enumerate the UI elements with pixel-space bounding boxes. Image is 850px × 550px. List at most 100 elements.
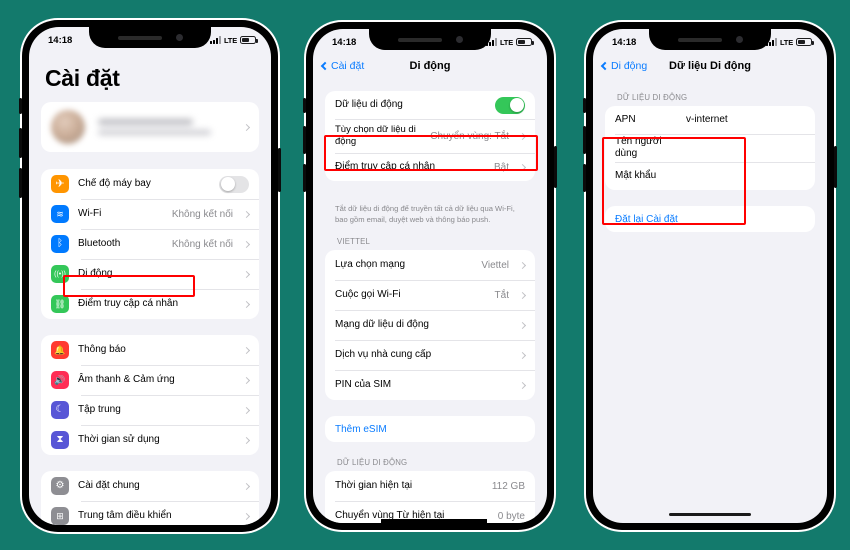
status-bar: 14:18 LTE xyxy=(29,27,271,51)
chevron-right-icon xyxy=(242,512,251,520)
chevron-left-icon xyxy=(320,61,330,71)
row-value: Viettel xyxy=(481,259,509,271)
bluetooth-icon: ᛒ xyxy=(51,235,69,253)
gear-icon: ⚙ xyxy=(51,477,69,495)
row-label: Điểm truy cập cá nhân xyxy=(335,160,436,172)
hotspot-icon: ⛓ xyxy=(51,295,69,313)
chevron-right-icon xyxy=(518,381,527,389)
carrier-group: Lựa chọn mạng Viettel Cuộc gọi Wi-Fi Tắt… xyxy=(325,250,535,400)
row-label: Chế độ máy bay xyxy=(78,177,151,189)
row-label: Mạng dữ liệu di động xyxy=(335,318,429,330)
sidebar-item-personal-hotspot[interactable]: ⛓ Điểm truy cập cá nhân xyxy=(41,289,259,319)
mute-switch[interactable] xyxy=(19,98,22,114)
row-label: Cuộc gọi Wi-Fi xyxy=(335,288,401,300)
account-name-redacted xyxy=(94,119,233,135)
row-cellular-data-options[interactable]: Tùy chọn dữ liệu di động Chuyển vùng: Tắ… xyxy=(325,119,535,153)
row-cellular-data[interactable]: Dữ liệu di động xyxy=(325,91,535,119)
status-time: 14:18 xyxy=(612,36,637,48)
battery-icon xyxy=(240,36,258,44)
row-sim-pin[interactable]: PIN của SIM xyxy=(325,370,535,400)
notifications-icon: 🔔 xyxy=(51,341,69,359)
cellular-data-group: Dữ liệu di động Tùy chọn dữ liệu di động… xyxy=(325,91,535,181)
sidebar-item-sounds-haptics[interactable]: 🔊 Âm thanh & Cảm ứng xyxy=(41,365,259,395)
status-bar: 14:18 LTE xyxy=(313,29,547,53)
phone-3-apn: 14:18 LTE Di động Dữ liệu Di động DỮ LIỆ… xyxy=(583,22,837,530)
profile-group xyxy=(41,102,259,152)
section-header-cellular-data-usage: DỮ LIỆU DI ĐỘNG xyxy=(337,458,408,467)
row-personal-hotspot[interactable]: Điểm truy cập cá nhân Bật xyxy=(325,153,535,181)
home-indicator[interactable] xyxy=(669,512,751,516)
sounds-haptics-icon: 🔊 xyxy=(51,371,69,389)
sidebar-item-general[interactable]: ⚙ Cài đặt chung xyxy=(41,471,259,501)
control-center-icon: ⊞ xyxy=(51,507,69,525)
row-value: 112 GB xyxy=(491,480,525,492)
sidebar-item-bluetooth[interactable]: ᛒ Bluetooth Không kết nối xyxy=(41,229,259,259)
volume-up-button[interactable] xyxy=(19,128,22,158)
volume-up-button[interactable] xyxy=(583,126,586,154)
chevron-right-icon xyxy=(242,482,251,490)
row-label: Wi-Fi xyxy=(78,207,102,219)
chevron-right-icon xyxy=(518,351,527,359)
row-carrier-services[interactable]: Dịch vụ nhà cung cấp xyxy=(325,340,535,370)
row-value: Bật xyxy=(493,161,509,173)
back-button[interactable]: Di động xyxy=(600,60,647,72)
volume-down-button[interactable] xyxy=(303,164,306,192)
power-button[interactable] xyxy=(278,148,281,192)
row-cellular-data-network[interactable]: Mạng dữ liệu di động xyxy=(325,310,535,340)
sidebar-item-wifi[interactable]: ≋ Wi-Fi Không kết nối xyxy=(41,199,259,229)
status-time: 14:18 xyxy=(48,34,73,46)
row-label: Tùy chọn dữ liệu di động xyxy=(335,124,416,147)
sidebar-item-cellular[interactable]: ((•)) Di động xyxy=(41,259,259,289)
sidebar-item-screen-time[interactable]: ⧗ Thời gian sử dụng xyxy=(41,425,259,455)
row-label: Âm thanh & Cảm ứng xyxy=(78,373,175,385)
chevron-right-icon xyxy=(518,321,527,329)
power-button[interactable] xyxy=(554,146,557,188)
chevron-right-icon xyxy=(518,291,527,299)
field-row-apn[interactable]: APN v-internet xyxy=(605,106,815,134)
row-value: 0 byte xyxy=(497,510,525,522)
field-row-username[interactable]: Tên người dùng xyxy=(605,134,815,162)
nav-bar: Di động Dữ liệu Di động xyxy=(593,53,827,79)
reset-settings-label: Đặt lại Cài đặt xyxy=(615,213,678,225)
sidebar-item-notifications[interactable]: 🔔 Thông báo xyxy=(41,335,259,365)
chevron-right-icon xyxy=(242,346,251,354)
volume-down-button[interactable] xyxy=(583,164,586,192)
nav-bar: Cài đặt Di động xyxy=(313,53,547,79)
sidebar-item-focus[interactable]: ☾ Tập trung xyxy=(41,395,259,425)
add-esim-button[interactable]: Thêm eSIM xyxy=(325,416,535,442)
phone-2-screen: 14:18 LTE Cài đặt Di động Dữ liệu di độn… xyxy=(313,29,547,523)
chevron-right-icon xyxy=(242,300,251,308)
page-title: Cài đặt xyxy=(45,65,120,91)
row-wifi-calling[interactable]: Cuộc gọi Wi-Fi Tắt xyxy=(325,280,535,310)
mute-switch[interactable] xyxy=(303,98,306,113)
volume-up-button[interactable] xyxy=(303,126,306,154)
nav-title: Dữ liệu Di động xyxy=(669,60,751,72)
chevron-right-icon xyxy=(242,376,251,384)
apple-id-row[interactable] xyxy=(41,102,259,152)
row-label: Dịch vụ nhà cung cấp xyxy=(335,348,432,360)
field-row-password[interactable]: Mật khẩu xyxy=(605,162,815,190)
sidebar-item-control-center[interactable]: ⊞ Trung tâm điều khiển xyxy=(41,501,259,525)
row-current-period: Thời gian hiện tại 112 GB xyxy=(325,471,535,501)
cellular-data-toggle[interactable] xyxy=(495,96,525,114)
row-label: Tập trung xyxy=(78,403,121,415)
back-button[interactable]: Cài đặt xyxy=(320,60,364,72)
volume-down-button[interactable] xyxy=(19,168,22,198)
status-indicators: LTE xyxy=(485,38,534,47)
battery-icon xyxy=(516,38,534,46)
row-network-selection[interactable]: Lựa chọn mạng Viettel xyxy=(325,250,535,280)
connectivity-group: ✈ Chế độ máy bay ≋ Wi-Fi Không kết nối ᛒ… xyxy=(41,169,259,319)
phone-1-settings: 14:18 LTE Cài đặt ✈ Chế độ máy bay ≋ Wi-… xyxy=(19,20,281,532)
row-label: Dữ liệu di động xyxy=(335,98,403,110)
apn-input[interactable]: v-internet xyxy=(686,114,805,127)
row-label: Điểm truy cập cá nhân xyxy=(78,297,179,309)
airplane-mode-toggle[interactable] xyxy=(219,175,249,193)
chevron-right-icon xyxy=(518,132,527,140)
sidebar-item-airplane-mode[interactable]: ✈ Chế độ máy bay xyxy=(41,169,259,199)
power-button[interactable] xyxy=(834,146,837,188)
section-header-carrier: VIETTEL xyxy=(337,237,371,246)
row-value: Không kết nối xyxy=(171,208,233,220)
reset-settings-button[interactable]: Đặt lại Cài đặt xyxy=(605,206,815,232)
mute-switch[interactable] xyxy=(583,98,586,113)
apn-group: APN v-internet Tên người dùng Mật khẩu xyxy=(605,106,815,190)
